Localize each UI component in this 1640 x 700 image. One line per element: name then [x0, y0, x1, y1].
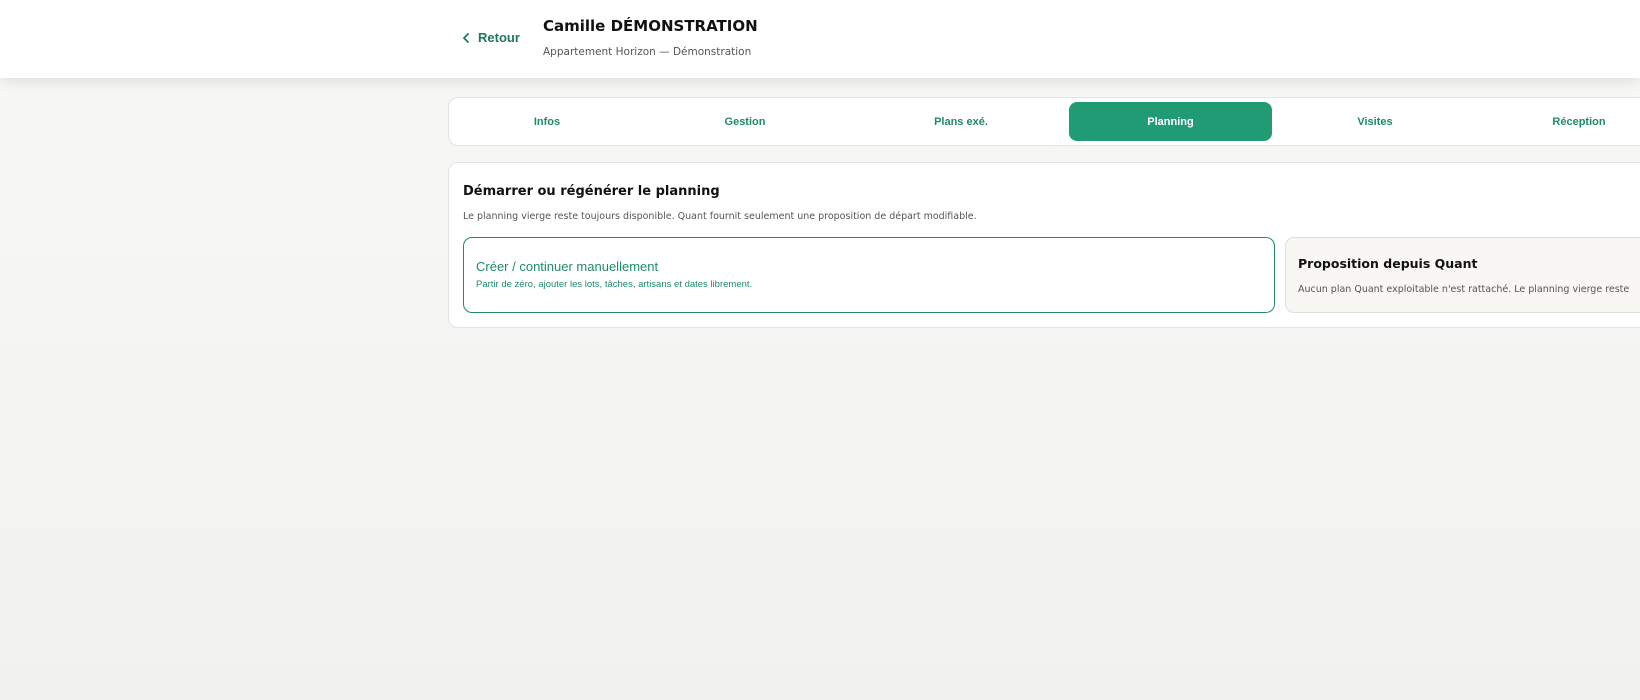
- tab-gestion[interactable]: Gestion: [646, 102, 844, 141]
- quant-option-title: Proposition depuis Quant: [1298, 256, 1478, 271]
- manual-option-description: Partir de zéro, ajouter les lots, tâches…: [476, 279, 753, 290]
- card-title: Démarrer ou régénérer le planning: [463, 184, 720, 199]
- manual-planning-option[interactable]: Créer / continuer manuellement Partir de…: [463, 237, 1275, 313]
- tab-infos[interactable]: Infos: [449, 102, 645, 141]
- project-subtitle: Appartement Horizon — Démonstration: [543, 46, 752, 58]
- chevron-left-icon: [462, 32, 470, 43]
- tab-plans-exe[interactable]: Plans exé.: [846, 102, 1076, 141]
- quant-option-description: Aucun plan Quant exploitable n'est ratta…: [1298, 284, 1630, 295]
- page: Retour Camille DÉMONSTRATION Appartement…: [0, 0, 1640, 700]
- manual-option-title: Créer / continuer manuellement: [476, 259, 659, 274]
- client-name: Camille DÉMONSTRATION: [543, 17, 758, 35]
- tab-planning[interactable]: Planning: [1069, 102, 1272, 141]
- quant-proposal-option[interactable]: Proposition depuis Quant Aucun plan Quan…: [1285, 237, 1640, 313]
- tab-bar: Infos Gestion Plans exé. Planning Visite…: [448, 97, 1640, 146]
- card-description: Le planning vierge reste toujours dispon…: [463, 211, 977, 222]
- page-header: Retour Camille DÉMONSTRATION Appartement…: [0, 0, 1640, 78]
- back-label: Retour: [478, 30, 520, 45]
- tab-visites[interactable]: Visites: [1275, 102, 1475, 141]
- planning-start-card: Démarrer ou régénérer le planning Le pla…: [448, 162, 1640, 328]
- tab-reception[interactable]: Réception: [1479, 102, 1640, 141]
- back-button[interactable]: Retour: [462, 30, 520, 45]
